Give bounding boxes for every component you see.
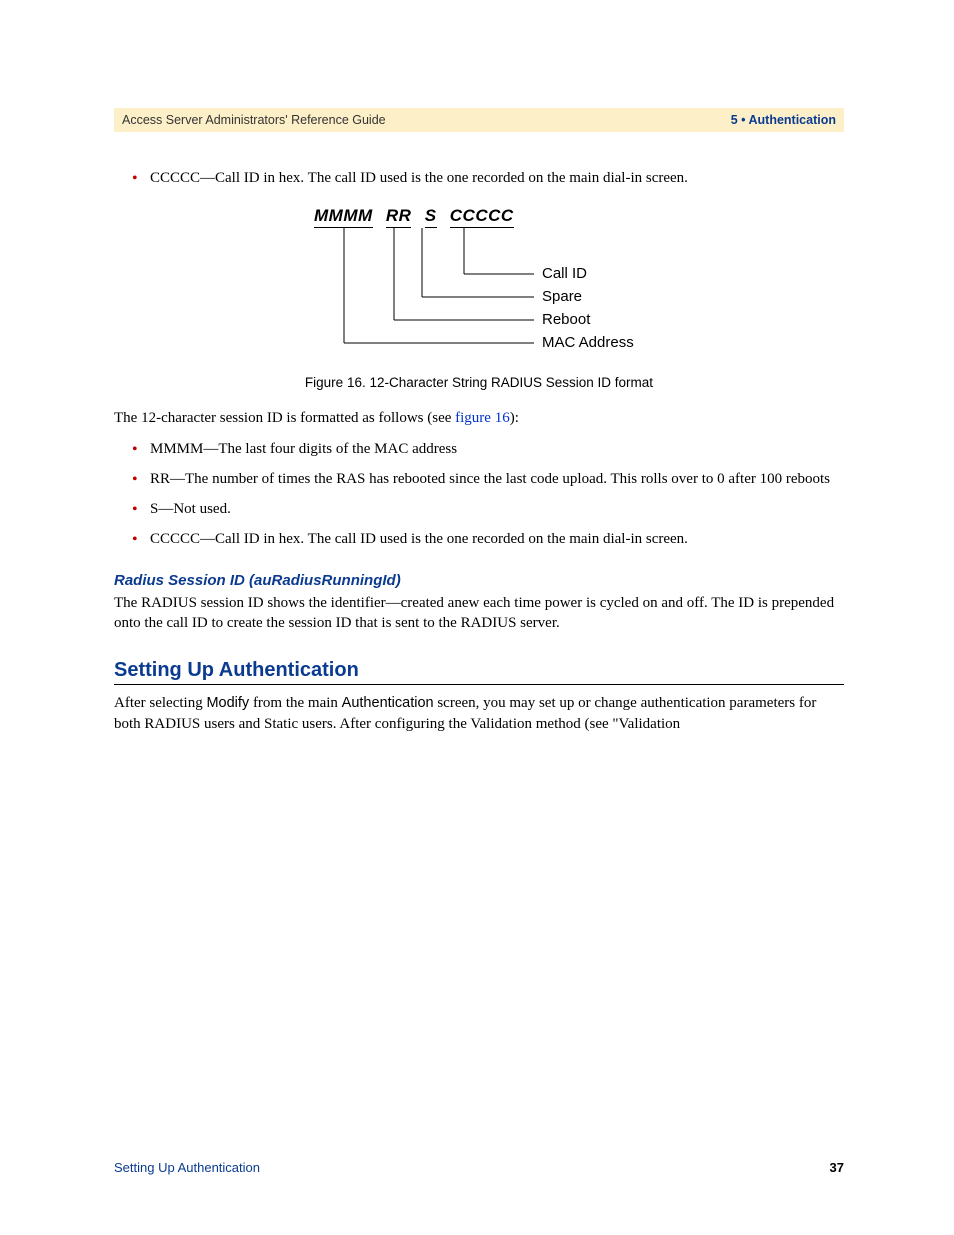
figure-16: MMMM RR S CCCCC Call ID Spare Rebo [114, 206, 844, 363]
intro-paragraph: The 12-character session ID is formatted… [114, 408, 844, 428]
bullet-ccccc: CCCCC—Call ID in hex. The call ID used i… [132, 529, 844, 549]
header-bar: Access Server Administrators' Reference … [114, 108, 844, 132]
diagram-seg-s: S [425, 206, 437, 228]
intro-text-b: ): [510, 410, 519, 426]
figure-16-link[interactable]: figure 16 [455, 410, 510, 426]
ui-term-authentication: Authentication [342, 695, 434, 711]
diagram-label-mac: MAC Address [542, 334, 634, 351]
footer-section-title: Setting Up Authentication [114, 1160, 260, 1175]
setting-up-text-a: After selecting [114, 695, 206, 711]
diagram-label-reboot: Reboot [542, 311, 591, 328]
diagram-label-callid: Call ID [542, 265, 587, 282]
radius-session-id-body: The RADIUS session ID shows the identifi… [114, 593, 844, 634]
diagram-label-spare: Spare [542, 288, 582, 305]
header-chapter: 5 • Authentication [731, 113, 836, 127]
bullet-s: S—Not used. [132, 499, 844, 519]
footer-page-number: 37 [830, 1160, 844, 1175]
figure-caption: Figure 16. 12-Character String RADIUS Se… [114, 375, 844, 390]
setting-up-text-b: from the main [249, 695, 341, 711]
setting-up-body: After selecting Modify from the main Aut… [114, 693, 844, 734]
format-bullet-list: MMMM—The last four digits of the MAC add… [132, 439, 844, 550]
content-area: CCCCC—Call ID in hex. The call ID used i… [114, 132, 844, 734]
heading-setting-up-authentication: Setting Up Authentication [114, 659, 844, 685]
bullet-mmmm: MMMM—The last four digits of the MAC add… [132, 439, 844, 459]
diagram-session-id-format: MMMM RR S CCCCC Call ID Spare Rebo [314, 206, 644, 363]
footer: Setting Up Authentication 37 [114, 1160, 844, 1175]
diagram-seg-ccccc: CCCCC [450, 206, 514, 228]
intro-text-a: The 12-character session ID is formatted… [114, 410, 455, 426]
top-bullet-list: CCCCC—Call ID in hex. The call ID used i… [132, 168, 844, 188]
diagram-seg-rr: RR [386, 206, 412, 228]
diagram-seg-mmmm: MMMM [314, 206, 373, 228]
bullet-ccccc-top: CCCCC—Call ID in hex. The call ID used i… [132, 168, 844, 188]
page: Access Server Administrators' Reference … [0, 0, 954, 1235]
ui-term-modify: Modify [206, 695, 249, 711]
heading-radius-session-id: Radius Session ID (auRadiusRunningId) [114, 572, 844, 589]
diagram-top-row: MMMM RR S CCCCC [314, 206, 644, 228]
bullet-rr: RR—The number of times the RAS has reboo… [132, 469, 844, 489]
header-guide-title: Access Server Administrators' Reference … [122, 113, 386, 127]
diagram-lines: Call ID Spare Reboot MAC Address [314, 228, 644, 358]
